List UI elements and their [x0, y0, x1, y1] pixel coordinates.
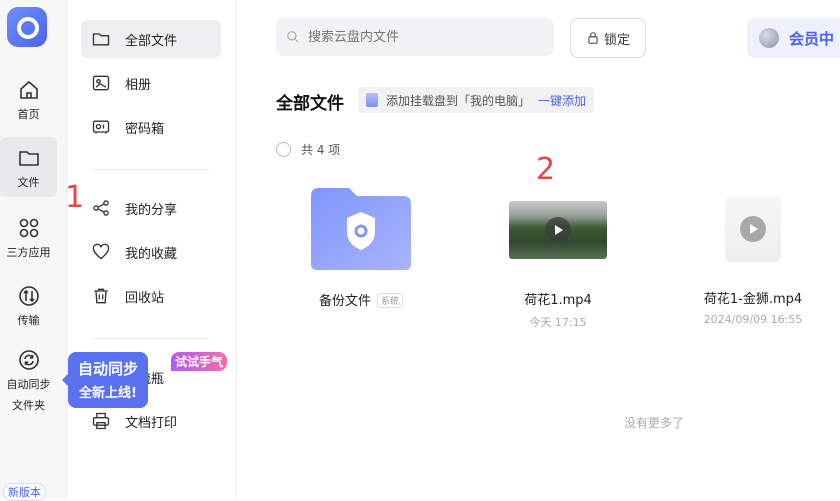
rail-label-2: 文件夹	[12, 399, 45, 412]
file-sidebar: 全部文件 相册 密码箱 我的分享 我的收藏 回收站 漂流瓶 文档打印	[66, 0, 237, 498]
tooltip-line-1: 自动同步	[77, 360, 138, 378]
vip-center-button[interactable]: 会员中	[747, 18, 840, 58]
transfer-icon	[18, 286, 39, 306]
one-click-add-link[interactable]: 一键添加	[538, 92, 586, 109]
sidebar-item-recycle-bin[interactable]: 回收站	[81, 277, 221, 315]
video-file-icon	[725, 196, 781, 262]
vip-label: 会员中	[789, 29, 835, 48]
file-card-video-2[interactable]: 荷花1-金狮.mp4 2024/09/09 16:55	[683, 196, 823, 326]
safe-icon	[92, 120, 110, 134]
search-icon	[287, 31, 299, 43]
rail-item-autosync[interactable]: 自动同步 文件夹	[0, 348, 57, 413]
rail-item-home[interactable]: 首页	[0, 78, 57, 122]
play-icon	[740, 216, 766, 242]
file-name: 荷花1.mp4	[524, 293, 592, 308]
planet-icon	[759, 28, 779, 48]
file-modified-time: 2024/09/09 16:55	[703, 313, 803, 326]
photo-icon	[92, 75, 110, 91]
file-name: 备份文件	[318, 294, 371, 309]
sidebar-item-label: 回收站	[125, 290, 165, 306]
file-card-video-1[interactable]: 荷花1.mp4 今天 17:15	[488, 201, 628, 330]
play-icon	[545, 217, 571, 243]
count-text: 共 4 项	[301, 143, 341, 157]
annotation-number-2: 2	[536, 152, 556, 187]
tooltip-line-2: 全新上线!	[79, 386, 137, 401]
file-modified-time: 今天 17:15	[529, 316, 587, 329]
page-title: 全部文件	[276, 94, 344, 114]
new-version-badge[interactable]: 新版本	[3, 483, 46, 501]
search-input[interactable]	[306, 28, 540, 46]
sidebar-item-label: 相册	[125, 77, 152, 93]
apps-icon	[19, 218, 38, 238]
annotation-number-1: 1	[65, 180, 85, 215]
rail-item-apps[interactable]: 三方应用	[0, 216, 57, 260]
home-icon	[19, 80, 38, 99]
sidebar-item-label: 文档打印	[125, 415, 178, 431]
rail-label: 自动同步	[6, 378, 51, 391]
sidebar-item-label: 密码箱	[125, 121, 165, 137]
video-thumbnail	[509, 201, 607, 259]
trash-icon	[94, 288, 108, 304]
file-name: 荷花1-金狮.mp4	[703, 292, 803, 307]
rail-item-transfer[interactable]: 传输	[0, 284, 57, 328]
rail-label: 三方应用	[6, 246, 51, 259]
item-count: 共 4 项	[276, 141, 340, 158]
mount-text: 添加挂载盘到「我的电脑」	[386, 93, 531, 108]
sidebar-item-label: 我的收藏	[125, 246, 178, 262]
sidebar-item-safe[interactable]: 密码箱	[81, 108, 221, 146]
sidebar-item-label: 我的分享	[125, 202, 178, 218]
system-tag: 系统	[377, 293, 404, 308]
folder-icon	[18, 151, 39, 166]
sidebar-item-favorites[interactable]: 我的收藏	[81, 233, 221, 271]
lock-icon	[588, 32, 598, 44]
select-all-radio[interactable]	[276, 142, 291, 157]
secure-folder-icon	[311, 188, 411, 270]
sync-icon	[18, 350, 39, 370]
drive-icon	[366, 93, 378, 107]
sidebar-item-label: 全部文件	[125, 33, 178, 49]
lock-label: 锁定	[603, 32, 630, 48]
no-more-text: 没有更多了	[624, 416, 685, 430]
sidebar-divider	[93, 338, 209, 339]
printer-icon	[92, 412, 110, 430]
sidebar-item-album[interactable]: 相册	[81, 64, 221, 102]
rail-label: 传输	[17, 314, 40, 327]
nav-rail: 首页 文件 三方应用 传输 自动同步 文件夹 新版本	[0, 0, 67, 501]
lock-button[interactable]: 锁定	[570, 18, 646, 58]
rail-item-files[interactable]: 文件	[0, 137, 57, 197]
heart-icon	[92, 243, 110, 260]
sidebar-item-all-files[interactable]: 全部文件	[81, 20, 221, 58]
folder-icon	[92, 33, 110, 46]
app-logo[interactable]	[7, 7, 47, 47]
rail-label: 首页	[17, 108, 40, 121]
mount-drive-banner: 添加挂载盘到「我的电脑」 一键添加	[358, 87, 595, 113]
sidebar-divider	[93, 169, 209, 170]
share-icon	[93, 200, 109, 216]
autosync-tooltip[interactable]: 自动同步 全新上线!	[62, 352, 148, 408]
file-card-backup[interactable]: 备份文件 系统	[291, 184, 431, 309]
rail-label: 文件	[17, 176, 40, 189]
search-box[interactable]	[276, 18, 554, 56]
try-luck-badge[interactable]: 试试手气	[171, 352, 228, 371]
sidebar-item-my-share[interactable]: 我的分享	[81, 189, 221, 227]
